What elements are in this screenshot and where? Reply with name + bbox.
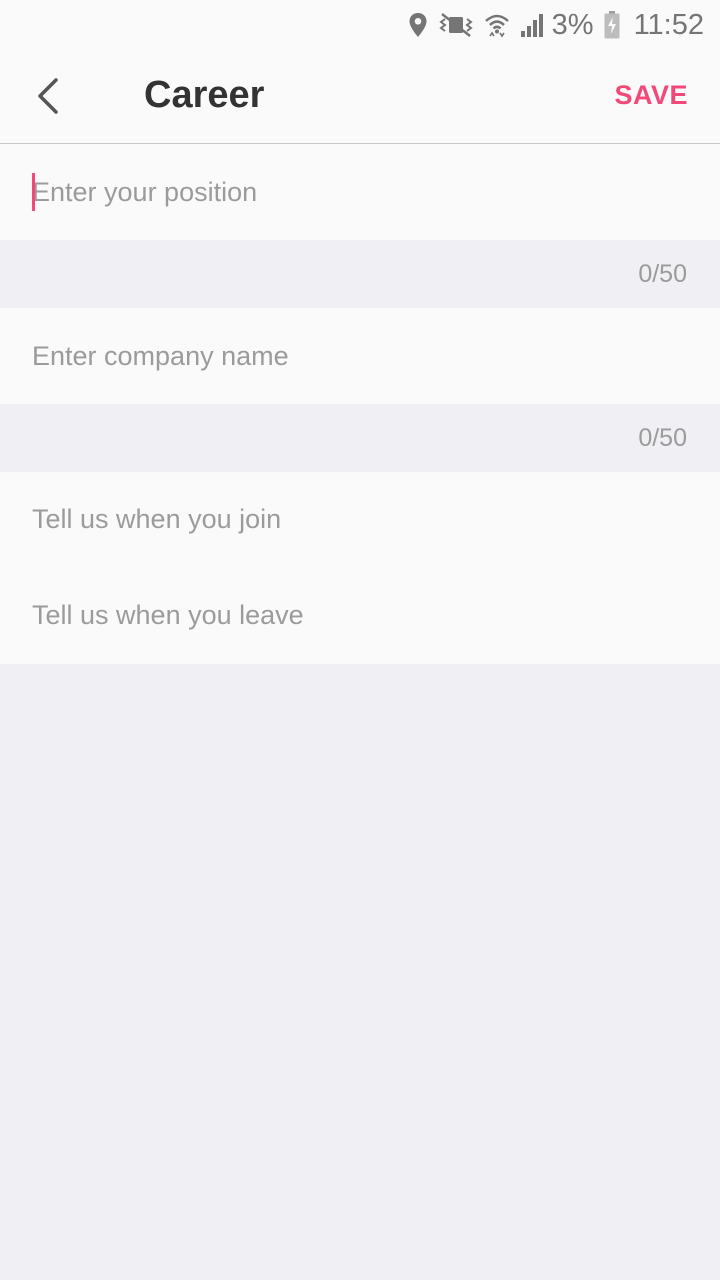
leave-date-picker[interactable]: Tell us when you leave — [0, 568, 720, 664]
company-field — [0, 308, 720, 404]
back-button[interactable] — [20, 72, 76, 124]
signal-icon — [520, 12, 544, 38]
battery-percent: 3% — [551, 8, 594, 41]
wifi-icon — [484, 12, 510, 38]
clock: 11:52 — [633, 8, 704, 41]
position-char-counter: 0/50 — [638, 260, 687, 288]
chevron-left-icon — [36, 77, 60, 119]
save-button[interactable]: SAVE — [614, 80, 688, 111]
status-bar: 3% 11:52 — [0, 0, 720, 50]
leave-date-label: Tell us when you leave — [32, 600, 304, 630]
app-bar: Career SAVE — [0, 50, 720, 144]
join-date-picker[interactable]: Tell us when you join — [0, 472, 720, 568]
date-section: Tell us when you join Tell us when you l… — [0, 472, 720, 664]
battery-charging-icon — [604, 11, 620, 39]
position-field — [0, 144, 720, 240]
vibrate-mute-icon — [438, 12, 474, 38]
text-cursor — [32, 173, 35, 211]
join-date-label: Tell us when you join — [32, 504, 282, 534]
status-icons: 3% 11:52 — [408, 8, 704, 42]
location-icon — [408, 12, 428, 38]
position-input[interactable] — [32, 144, 688, 240]
page-title: Career — [144, 74, 265, 116]
position-counter-row: 0/50 — [0, 240, 720, 308]
company-counter-row: 0/50 — [0, 404, 720, 472]
company-char-counter: 0/50 — [638, 424, 687, 452]
company-input[interactable] — [32, 308, 688, 404]
